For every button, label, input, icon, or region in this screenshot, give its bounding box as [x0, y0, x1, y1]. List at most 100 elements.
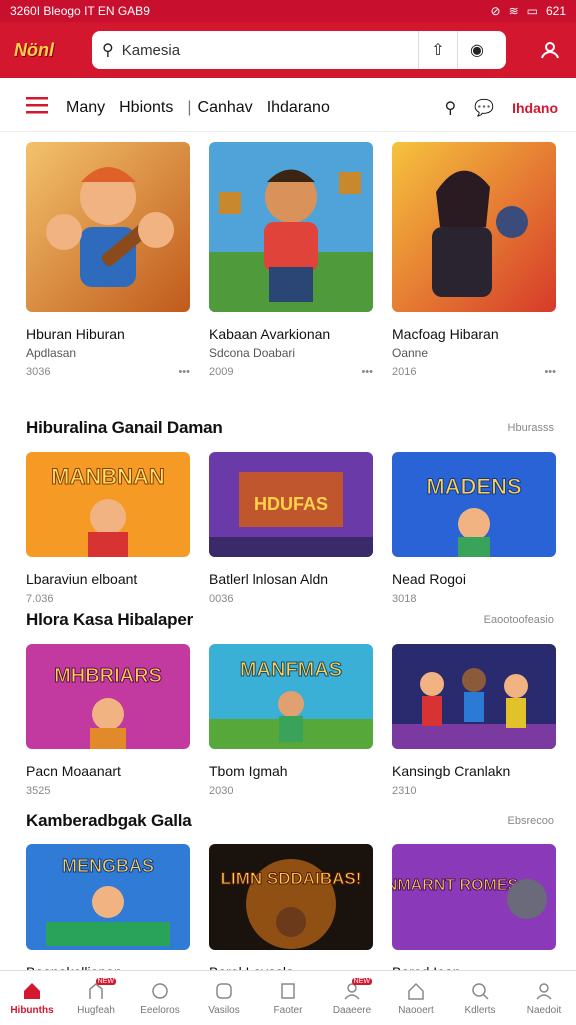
bottom-nav-item[interactable]: NEW Hugfeah [64, 971, 128, 1025]
game-thumbnail: HDUFAS [209, 452, 373, 557]
tab-1[interactable]: Hbionts [119, 99, 173, 117]
game-thumbnail: MHBRIARS [26, 644, 190, 749]
card-title: Pacn Moaanart [26, 763, 121, 779]
game-card[interactable]: Kabaan Avarkionan Sdcona Doabari 2009 ••• [209, 142, 373, 378]
game-thumbnail: MANFMAS [209, 644, 373, 749]
card-art-text: MANBNAN [51, 464, 165, 489]
game-thumbnail: MANBNAN [26, 452, 190, 557]
card-rating: 2016 [392, 366, 417, 378]
mute-icon: ⊘ [490, 4, 501, 18]
top-bar: Nönl ⚲ Kamesia ⇧ ◉ [0, 22, 576, 78]
card-title: Kansingb Cranlakn [392, 763, 511, 779]
card-art-text: MANFMAS [240, 659, 342, 681]
card-art-text: MENGBAS [62, 856, 154, 876]
hot-dropdown[interactable]: Ihdano [512, 100, 558, 116]
tab-0[interactable]: Many [66, 99, 105, 117]
bottom-nav-item[interactable]: Vasilos [192, 971, 256, 1025]
section-header: Hlora Kasa Hibalaper Eaootoofeasio [26, 610, 554, 630]
tab-3[interactable]: Ihdarano [267, 99, 330, 117]
card-subtitle: Apdlasan [26, 346, 77, 360]
game-card[interactable]: Kansingb Cranlakn 2310 [392, 644, 556, 797]
search-icon [470, 981, 490, 1001]
bottom-nav-item[interactable]: Naooert [384, 971, 448, 1025]
card-title: Nead Rogoi [392, 571, 466, 587]
status-bar: 3260I Bleogo IT EN GAB9 ⊘ ≋ ▭ 621 [0, 0, 576, 22]
game-thumbnail [209, 142, 373, 312]
game-card[interactable]: MHBRIARS Pacn Moaanart 3525 [26, 644, 190, 797]
game-card[interactable]: LIMN SDDAIBAS! Barol Lavasla [209, 844, 373, 980]
see-more-link[interactable]: Hburasss [508, 422, 554, 434]
bottom-nav-item[interactable]: Faoter [256, 971, 320, 1025]
game-card[interactable]: NMARNT ROMES Bared Iean [392, 844, 556, 980]
search-icon: ⚲ [102, 42, 114, 59]
record-icon[interactable]: ◉ [457, 31, 496, 69]
card-art-text: MADENS [426, 474, 521, 499]
card-rating: 2030 [209, 785, 234, 797]
game-thumbnail [392, 142, 556, 312]
card-subtitle: Sdcona Doabari [209, 346, 296, 360]
game-thumbnail: MADENS [392, 452, 556, 557]
game-thumbnail: MENGBAS [26, 844, 190, 950]
more-icon[interactable]: ••• [178, 366, 190, 378]
game-card[interactable]: MENGBAS Baanakellionan [26, 844, 190, 980]
card-title: Batlerl lnlosan Aldn [209, 571, 329, 587]
status-time: 3260I Bleogo IT EN GAB9 [10, 4, 150, 18]
search-input[interactable]: Kamesia [122, 42, 418, 59]
game-card[interactable]: Macfoag Hibaran Oanne 2016 ••• [392, 142, 556, 378]
card-title: Kabaan Avarkionan [209, 326, 331, 342]
hand-icon: NEW [86, 977, 116, 1001]
bottom-nav-item[interactable]: Kdlerts [448, 971, 512, 1025]
card-rating: 2009 [209, 366, 234, 378]
account-icon [534, 981, 554, 1001]
game-card[interactable]: MANBNAN Lbaraviun elboant 7.036 [26, 452, 190, 605]
more-icon[interactable]: ••• [361, 366, 373, 378]
tab-2[interactable]: Canhav [198, 99, 253, 117]
person-icon: NEW [342, 977, 372, 1001]
section-title: Hiburalina Ganail Daman [26, 418, 223, 437]
bottom-nav-home[interactable]: Hibunths [0, 971, 64, 1025]
video-icon [214, 981, 234, 1001]
tab-divider: | [187, 98, 192, 116]
game-thumbnail [26, 142, 190, 312]
card-subtitle: Oanne [392, 346, 429, 360]
see-more-link[interactable]: Ebsrecoo [508, 815, 554, 827]
card-rating: 0036 [209, 593, 234, 605]
game-card[interactable]: MADENS Nead Rogoi 3018 [392, 452, 556, 605]
section-header: Hiburalina Ganail Daman Hburasss [26, 418, 554, 438]
game-thumbnail [392, 644, 556, 749]
game-card[interactable]: Hburan Hiburan Apdlasan 3036 ••• [26, 142, 190, 378]
card-rating: 3525 [26, 785, 51, 797]
menu-icon[interactable] [26, 96, 48, 119]
house-icon [406, 981, 426, 1001]
battery-level: 621 [545, 4, 566, 18]
poster-icon [278, 981, 298, 1001]
card-title: Tbom Igmah [209, 763, 288, 779]
game-card[interactable]: MANFMAS Tbom Igmah 2030 [209, 644, 373, 797]
bottom-nav-item[interactable]: Eeeloros [128, 971, 192, 1025]
more-icon[interactable]: ••• [544, 366, 556, 378]
explore-icon [150, 981, 170, 1001]
search-bar[interactable]: ⚲ Kamesia ⇧ ◉ [92, 31, 506, 69]
card-rating: 3018 [392, 593, 417, 605]
share-icon[interactable]: ⇧ [418, 31, 457, 69]
game-thumbnail: LIMN SDDAIBAS! [209, 844, 373, 950]
profile-icon[interactable] [536, 36, 564, 64]
home-icon [22, 981, 42, 1001]
game-card[interactable]: HDUFAS Batlerl lnlosan Aldn 0036 [209, 452, 373, 605]
card-rating: 3036 [26, 366, 51, 378]
card-rating: 2310 [392, 785, 417, 797]
card-art-text: HDUFAS [254, 494, 328, 514]
app-logo[interactable]: Nönl [14, 40, 76, 61]
wifi-icon: ≋ [508, 4, 519, 18]
see-more-link[interactable]: Eaootoofeasio [484, 614, 554, 626]
card-art-text: MHBRIARS [54, 665, 162, 687]
card-title: Lbaraviun elboant [26, 571, 138, 587]
search-icon[interactable]: ⚲ [444, 98, 456, 118]
bottom-nav-item[interactable]: NEW Daaeere [320, 971, 384, 1025]
section-header: Kamberadbgak Galla Ebsrecoo [26, 811, 554, 831]
message-icon[interactable]: 💬 [474, 98, 494, 118]
section-title: Kamberadbgak Galla [26, 811, 192, 830]
battery-icon: ▭ [526, 4, 538, 18]
bottom-nav: Hibunths NEW Hugfeah Eeeloros Vasilos Fa… [0, 970, 576, 1025]
bottom-nav-item[interactable]: Naedoit [512, 971, 576, 1025]
